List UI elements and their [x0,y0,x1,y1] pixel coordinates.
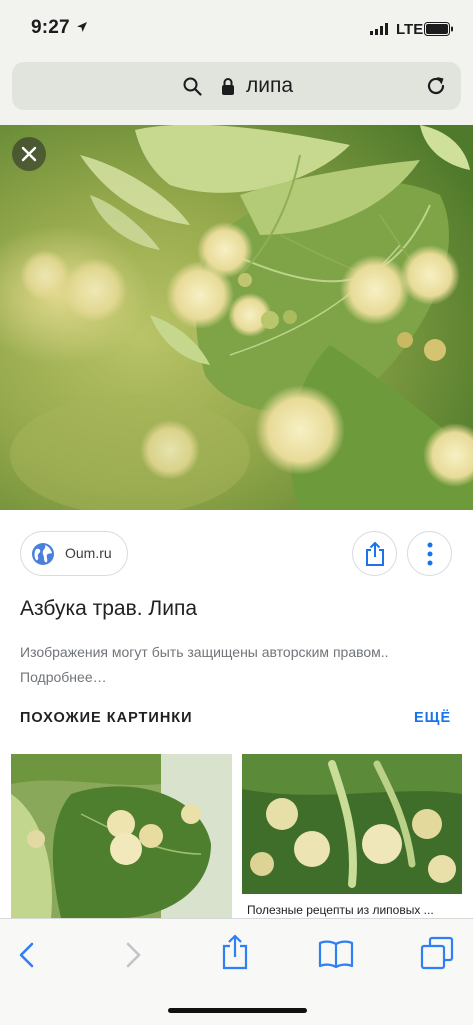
clock: 9:27 [31,17,70,38]
share-icon[interactable] [221,934,249,970]
lock-icon [222,78,234,95]
more-vert-icon [427,542,433,566]
search-icon [183,77,202,96]
similar-images-heading: ПОХОЖИЕ КАРТИНКИ [20,710,193,726]
close-icon [21,146,37,162]
address-bar[interactable]: липа [12,62,461,110]
forward-icon[interactable] [123,941,143,969]
address-area: липа [0,58,473,125]
browser-toolbar [0,918,473,1025]
share-button[interactable] [352,531,397,576]
more-options-button[interactable] [407,531,452,576]
more-similar-link[interactable]: ЕЩЁ [414,710,451,726]
thumbnail-photo [11,754,232,918]
status-bar: 9:27 LTE [0,0,473,58]
source-link[interactable]: Oum.ru [20,531,128,576]
copyright-notice: Изображения могут быть защищены авторски… [20,640,440,690]
tabs-icon[interactable] [420,936,454,970]
share-icon [366,541,384,566]
network-type: LTE [396,21,424,38]
similar-image-thumbnail[interactable] [242,754,462,894]
globe-icon [32,543,54,565]
thumbnail-photo [242,754,462,894]
learn-more-link[interactable]: Подробнее… [20,669,107,685]
similar-image-thumbnail[interactable] [11,754,232,918]
close-button[interactable] [12,137,46,171]
reload-icon[interactable] [425,75,447,97]
linden-blossom-photo [0,125,473,510]
home-indicator [168,1008,307,1013]
source-domain: Oum.ru [65,545,112,561]
url-text: липа [246,74,294,97]
bookmarks-icon[interactable] [318,939,354,969]
location-arrow-icon [77,22,87,32]
battery-icon [424,22,453,36]
signal-icon [370,23,388,35]
copyright-text: Изображения могут быть защищены авторски… [20,644,389,660]
similar-image-caption[interactable]: Полезные рецепты из липовых ... [247,903,459,917]
result-title[interactable]: Азбука трав. Липа [20,597,197,621]
main-image[interactable] [0,125,473,510]
back-icon[interactable] [17,941,37,969]
